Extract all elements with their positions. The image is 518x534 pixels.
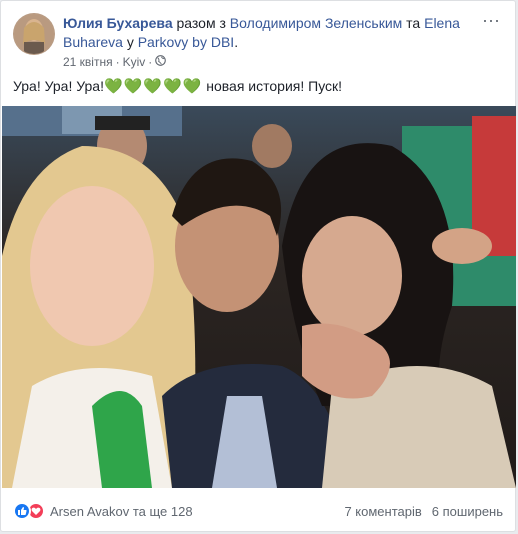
with-text: разом з xyxy=(172,15,230,31)
period-text: . xyxy=(234,34,239,50)
post-photo[interactable] xyxy=(2,106,516,488)
reactors-text[interactable]: Arsen Avakov та ще 128 xyxy=(50,504,193,519)
shares-count-link[interactable]: 6 поширень xyxy=(432,504,503,519)
reactions-summary[interactable]: Arsen Avakov та ще 128 xyxy=(13,502,193,520)
author-name-link[interactable]: Юлия Бухарева xyxy=(63,15,173,31)
and-text: та xyxy=(402,15,425,31)
globe-icon xyxy=(155,55,167,69)
tagged-user-1-link[interactable]: Володимиром Зеленським xyxy=(230,15,402,31)
post-meta: 21 квітня · Kyiv · xyxy=(63,55,167,69)
post-text-rest: новая история! Пуск! xyxy=(202,78,343,94)
like-reaction-icon xyxy=(13,502,31,520)
meta-separator: · xyxy=(148,55,153,69)
comments-count-link[interactable]: 7 коментарів xyxy=(344,504,421,519)
author-line: Юлия Бухарева разом з Володимиром Зеленс… xyxy=(63,14,473,52)
post-text-main: Ура! Ура! Ура! xyxy=(13,78,104,94)
post-footer: Arsen Avakov та ще 128 7 коментарів 6 по… xyxy=(13,498,503,524)
post-card: Юлия Бухарева разом з Володимиром Зеленс… xyxy=(0,0,516,532)
post-date-link[interactable]: 21 квітня xyxy=(63,55,113,69)
meta-separator: · xyxy=(115,55,120,69)
green-hearts-emoji: 💚💚💚💚💚 xyxy=(103,78,203,95)
post-options-button[interactable]: ··· xyxy=(479,11,503,33)
at-text: у xyxy=(122,34,138,50)
place-link[interactable]: Parkovy by DBI xyxy=(138,34,234,50)
author-avatar[interactable] xyxy=(13,13,55,55)
location-link[interactable]: Kyiv xyxy=(123,55,146,69)
post-text: Ура! Ура! Ура!💚💚💚💚💚 новая история! Пуск! xyxy=(13,76,503,97)
post-header: Юлия Бухарева разом з Володимиром Зеленс… xyxy=(13,11,503,69)
